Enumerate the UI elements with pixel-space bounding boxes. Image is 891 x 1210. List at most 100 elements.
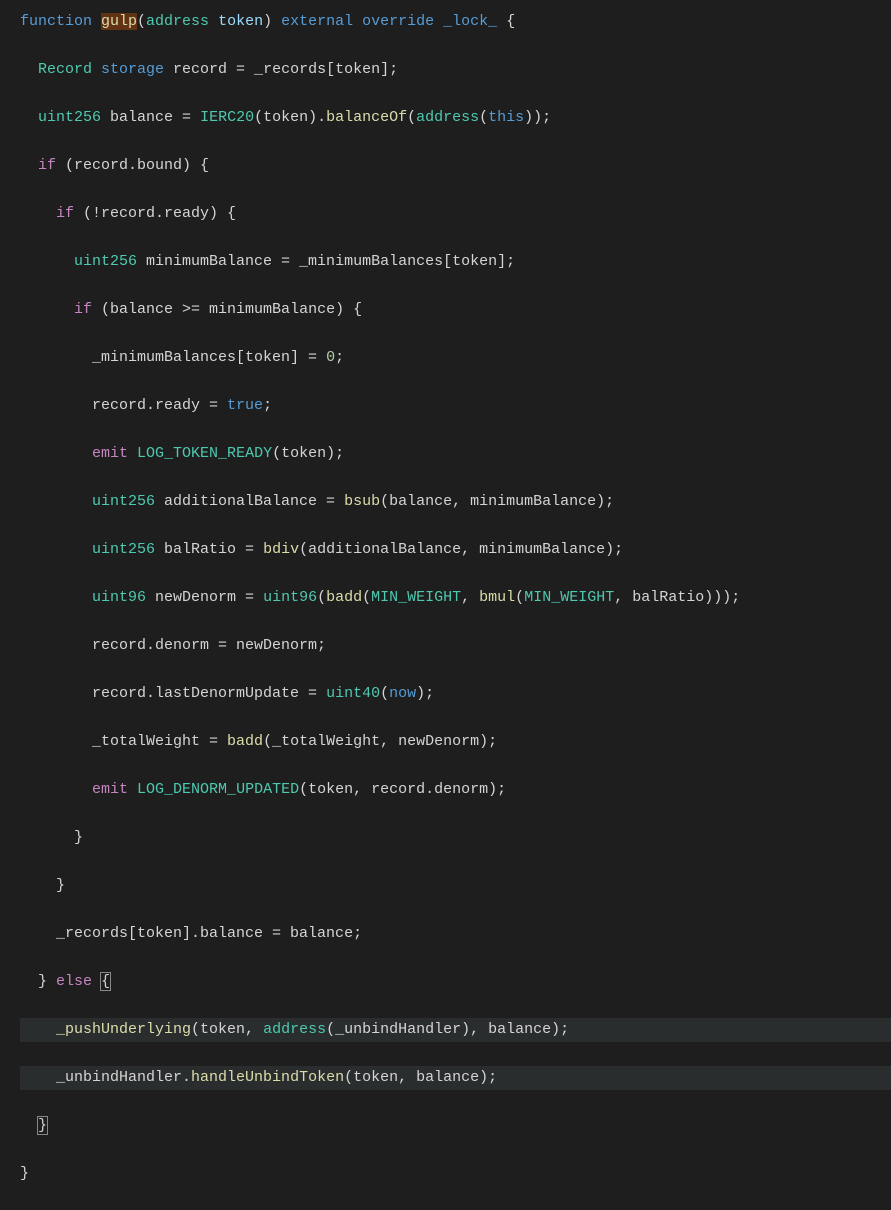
code-token: token [218, 13, 263, 30]
code-token: (_unbindHandler), balance); [326, 1021, 569, 1038]
code-token: } [38, 973, 56, 990]
code-token: (additionalBalance, minimumBalance); [299, 541, 623, 558]
code-token: badd [326, 589, 362, 606]
code-token: minimumBalance = _minimumBalances[token]… [137, 253, 515, 270]
code-line[interactable]: if (!record.ready) { [20, 202, 891, 226]
code-token [128, 781, 137, 798]
code-line[interactable]: record.denorm = newDenorm; [20, 634, 891, 658]
code-editor[interactable]: function gulp(address token) external ov… [0, 10, 891, 1210]
code-token: if [38, 157, 56, 174]
code-token: now [389, 685, 416, 702]
code-token: uint96 [92, 589, 146, 606]
code-token: record = _records[token]; [164, 61, 398, 78]
code-token: uint96 [263, 589, 317, 606]
code-line[interactable]: _minimumBalances[token] = 0; [20, 346, 891, 370]
code-token [353, 13, 362, 30]
code-token: } [37, 1116, 48, 1135]
code-line[interactable]: function gulp(address token) external ov… [20, 10, 891, 34]
code-token: (token, balance); [344, 1069, 497, 1086]
code-token: record.ready = [92, 397, 227, 414]
code-token: (token); [272, 445, 344, 462]
code-token: ( [317, 589, 326, 606]
code-line[interactable]: _unbindHandler.handleUnbindToken(token, … [20, 1066, 891, 1090]
code-token: } [74, 829, 83, 846]
code-line[interactable]: } else { [20, 970, 891, 994]
code-token: ; [263, 397, 272, 414]
code-line[interactable]: } [20, 826, 891, 850]
code-token: override [362, 13, 434, 30]
code-token: bdiv [263, 541, 299, 558]
code-token: additionalBalance = [155, 493, 344, 510]
code-token: _records[token].balance = balance; [56, 925, 362, 942]
code-line[interactable]: if (record.bound) { [20, 154, 891, 178]
code-token: LOG_TOKEN_READY [137, 445, 272, 462]
code-token: uint256 [92, 541, 155, 558]
code-token: external [281, 13, 353, 30]
code-line[interactable]: uint256 additionalBalance = bsub(balance… [20, 490, 891, 514]
code-token: newDenorm = [146, 589, 263, 606]
code-token: record.denorm = newDenorm; [92, 637, 326, 654]
code-token: else [56, 973, 92, 990]
code-token [434, 13, 443, 30]
code-line[interactable]: uint256 balRatio = bdiv(additionalBalanc… [20, 538, 891, 562]
code-token: if [56, 205, 74, 222]
code-token: bmul [479, 589, 515, 606]
code-token: true [227, 397, 263, 414]
code-line[interactable]: record.ready = true; [20, 394, 891, 418]
code-token: uint256 [38, 109, 101, 126]
code-token: ) [263, 13, 281, 30]
code-token: ( [515, 589, 524, 606]
code-token: handleUnbindToken [191, 1069, 344, 1086]
code-line[interactable]: _totalWeight = badd(_totalWeight, newDen… [20, 730, 891, 754]
code-token: gulp [101, 13, 137, 30]
code-line[interactable]: if (balance >= minimumBalance) { [20, 298, 891, 322]
code-token: , balRatio))); [614, 589, 740, 606]
code-token: { [497, 13, 515, 30]
code-token: (balance, minimumBalance); [380, 493, 614, 510]
code-token: balanceOf [326, 109, 407, 126]
code-token: if [74, 301, 92, 318]
code-token: _totalWeight = [92, 733, 227, 750]
code-token: ( [137, 13, 146, 30]
code-token: } [56, 877, 65, 894]
code-token: this [488, 109, 524, 126]
code-token: ; [335, 349, 344, 366]
code-token: ( [380, 685, 389, 702]
code-token: )); [524, 109, 551, 126]
code-token: (token, [191, 1021, 263, 1038]
code-line[interactable]: _pushUnderlying(token, address(_unbindHa… [20, 1018, 891, 1042]
code-token: _lock_ [443, 13, 497, 30]
code-line[interactable]: Record storage record = _records[token]; [20, 58, 891, 82]
code-token: storage [101, 61, 164, 78]
code-line[interactable]: record.lastDenormUpdate = uint40(now); [20, 682, 891, 706]
code-token: ( [479, 109, 488, 126]
code-line[interactable]: } [20, 1114, 891, 1138]
code-token: (balance >= minimumBalance) { [92, 301, 362, 318]
code-token: , [461, 589, 479, 606]
code-token: Record [38, 61, 101, 78]
code-line[interactable]: } [20, 1162, 891, 1186]
code-line[interactable]: uint96 newDenorm = uint96(badd(MIN_WEIGH… [20, 586, 891, 610]
code-token: address [263, 1021, 326, 1038]
code-line[interactable]: uint256 balance = IERC20(token).balanceO… [20, 106, 891, 130]
code-token: (!record.ready) { [74, 205, 236, 222]
code-token: balRatio = [155, 541, 263, 558]
code-token: _unbindHandler. [56, 1069, 191, 1086]
code-token: (record.bound) { [56, 157, 209, 174]
code-token: uint256 [92, 493, 155, 510]
code-line[interactable]: _records[token].balance = balance; [20, 922, 891, 946]
code-line[interactable]: uint256 minimumBalance = _minimumBalance… [20, 250, 891, 274]
code-token: { [100, 972, 111, 991]
code-token: balance = [101, 109, 200, 126]
code-token: MIN_WEIGHT [371, 589, 461, 606]
code-token: MIN_WEIGHT [524, 589, 614, 606]
code-token: badd [227, 733, 263, 750]
code-token: 0 [326, 349, 335, 366]
code-token: ( [407, 109, 416, 126]
code-line[interactable]: emit LOG_DENORM_UPDATED(token, record.de… [20, 778, 891, 802]
code-token: address [146, 13, 209, 30]
code-line[interactable]: emit LOG_TOKEN_READY(token); [20, 442, 891, 466]
code-token [128, 445, 137, 462]
code-line[interactable]: } [20, 874, 891, 898]
code-token: (token). [254, 109, 326, 126]
